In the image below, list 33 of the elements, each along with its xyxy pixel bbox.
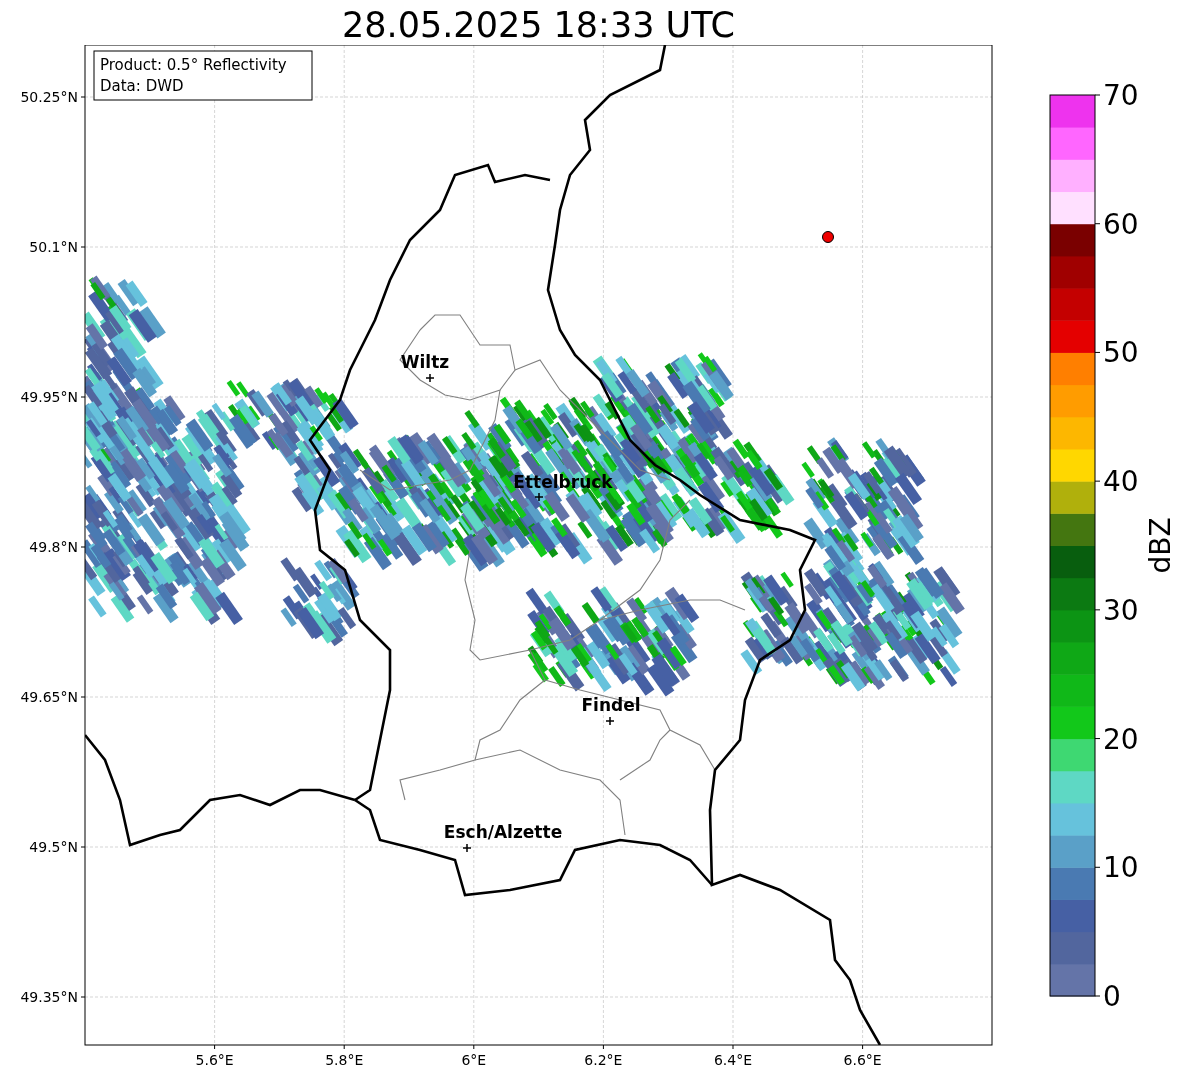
longitude-label: 6.2°E xyxy=(584,1052,623,1068)
latitude-label: 49.95°N xyxy=(20,389,78,405)
latitude-label: 50.1°N xyxy=(29,239,78,255)
colorbar-tick-label: 0 xyxy=(1103,980,1121,1013)
info-text: Product: 0.5° Reflectivity xyxy=(100,56,287,74)
city-label: Esch/Alzette xyxy=(443,822,563,842)
latitude-label: 50.25°N xyxy=(20,89,78,105)
city-marker-icon xyxy=(534,492,544,502)
city-marker-icon xyxy=(462,843,472,853)
colorbar-label: dBZ xyxy=(1144,517,1177,574)
latitude-label: 49.5°N xyxy=(29,839,78,855)
colorbar-tick-label: 60 xyxy=(1103,207,1139,241)
map-title: 28.05.2025 18:33 UTC xyxy=(341,4,736,45)
latitude-label: 49.35°N xyxy=(20,989,78,1005)
colorbar-tick-label: 40 xyxy=(1103,465,1139,499)
city-label: Findel xyxy=(581,695,641,715)
latitude-label: 49.8°N xyxy=(29,539,78,555)
info-text: Data: DWD xyxy=(100,77,184,95)
city-label: Wiltz xyxy=(400,352,450,372)
longitude-label: 5.8°E xyxy=(325,1052,364,1068)
colorbar-tick-label: 20 xyxy=(1103,722,1139,756)
colorbar-tick-label: 10 xyxy=(1103,851,1139,885)
longitude-label: 6.4°E xyxy=(713,1052,753,1068)
colorbar-tick-label: 30 xyxy=(1103,593,1139,627)
radar-site-marker xyxy=(822,231,834,243)
colorbar-tick-label: 50 xyxy=(1103,336,1139,370)
colorbar-tick-label: 70 xyxy=(1103,79,1139,112)
longitude-label: 6°E xyxy=(461,1052,487,1068)
latitude-label: 49.65°N xyxy=(20,689,78,705)
longitude-label: 6.6°E xyxy=(843,1052,882,1068)
city-marker-icon xyxy=(425,373,435,383)
city-marker-icon xyxy=(605,716,615,726)
longitude-label: 5.6°E xyxy=(195,1052,234,1068)
